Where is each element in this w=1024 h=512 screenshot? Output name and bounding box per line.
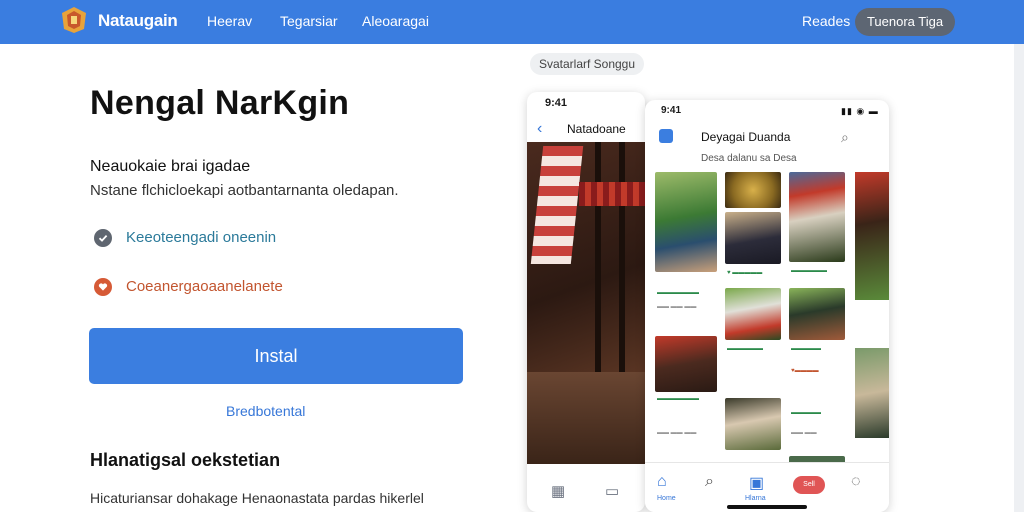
feed-meta: ▬▬ ▬▬ ▬▬ <box>657 304 697 310</box>
page-title: Nengal NarKgin <box>90 84 350 122</box>
home-indicator <box>727 505 807 509</box>
home-icon[interactable] <box>659 129 673 143</box>
top-nav-bar: Nataugain Heerav Tegarsiar Aleoaragai Re… <box>0 0 1024 44</box>
search-icon[interactable]: ⌕ <box>841 129 849 146</box>
phone-a-title: Natadoane <box>567 122 626 136</box>
install-button[interactable]: Instal <box>89 328 463 384</box>
feed-caption: ▬▬▬▬▬ <box>791 346 821 352</box>
feed-photo[interactable] <box>655 336 717 392</box>
section-text: Hicaturiansar dohakage Henaonastata pard… <box>90 490 424 506</box>
feature-label-1: Keeoteengadi oneenin <box>126 229 277 246</box>
phone-b-subtitle: Desa dalanu sa Desa <box>701 153 797 164</box>
red-drape <box>579 182 645 206</box>
feed-photo[interactable] <box>855 348 889 438</box>
feed-photo[interactable] <box>725 172 781 208</box>
nav-link-3[interactable]: Aleoaragai <box>362 13 429 29</box>
phone-preview-feed: 9:41 ▮▮ ◉ ▬ Deyagai Duanda ⌕ Desa dalanu… <box>645 100 889 512</box>
description: Nstane flchicloekapi aotbantarnanta oled… <box>90 182 399 199</box>
feed-photo[interactable] <box>725 398 781 450</box>
preview-chip[interactable]: Svatarlarf Songgu <box>530 53 644 75</box>
sign-in-link[interactable]: Reades <box>802 13 850 29</box>
feed-photo[interactable] <box>725 288 781 340</box>
gallery-tab-icon[interactable]: ▣ <box>749 473 764 493</box>
chat-icon[interactable]: ▭ <box>605 482 619 500</box>
feed-photo[interactable] <box>855 172 889 300</box>
feed-caption: ▬▬▬▬▬▬ <box>791 268 827 274</box>
status-time: 9:41 <box>661 105 682 116</box>
secondary-link[interactable]: Bredbotental <box>226 403 305 419</box>
nav-cta-button[interactable]: Tuenora Tiga <box>855 8 955 36</box>
feature-label-2: Coeanergaoaanelanete <box>126 278 283 295</box>
search-tab-icon[interactable]: ⌕ <box>705 473 714 491</box>
scrollbar-track[interactable] <box>1014 44 1024 512</box>
feed-meta: ▬▬ ▬▬ ▬▬ <box>657 430 697 436</box>
third-tab-label: Hlarna <box>745 495 766 502</box>
feed-caption: ♥ ▬▬▬▬▬ <box>727 270 763 276</box>
feed-photo[interactable] <box>789 172 845 262</box>
flag-image <box>530 146 584 264</box>
profile-tab-icon[interactable]: ◌ <box>851 473 861 491</box>
phone-b-title: Deyagai Duanda <box>701 130 791 144</box>
feed-caption: ▬▬▬▬▬▬▬ <box>657 396 699 402</box>
feed-meta: ▬▬ ▬▬ <box>791 430 817 436</box>
grid-icon[interactable]: ▦ <box>551 482 565 500</box>
feed-caption: ▬▬▬▬▬ <box>791 410 821 416</box>
phone-preview-detail: 9:41 ‹ Natadoane ▦ ▭ <box>527 92 645 512</box>
floor-shape <box>527 372 645 464</box>
feed-photo[interactable] <box>789 288 845 340</box>
feed-caption: ♥▬▬▬▬ <box>791 368 819 374</box>
subheading: Neauokaie brai igadae <box>90 158 251 175</box>
heart-icon <box>94 278 112 296</box>
nav-link-1[interactable]: Heerav <box>207 13 252 29</box>
nav-link-2[interactable]: Tegarsiar <box>280 13 338 29</box>
feed-caption: ▬▬▬▬▬▬▬ <box>657 290 699 296</box>
home-tab-label: Home <box>657 495 676 502</box>
brand-logo-icon[interactable] <box>58 5 90 35</box>
section-title: Hlanatigsal oekstetian <box>90 450 281 470</box>
brand-name[interactable]: Nataugain <box>98 11 178 31</box>
sell-tab-button[interactable]: Sell <box>793 476 825 494</box>
back-chevron-icon[interactable]: ‹ <box>537 120 542 138</box>
feed-caption: ▬▬▬▬▬▬ <box>727 346 763 352</box>
check-icon <box>94 229 112 247</box>
status-time: 9:41 <box>545 97 568 109</box>
temple-photo <box>527 142 645 464</box>
signal-battery-icon: ▮▮ ◉ ▬ <box>841 106 879 116</box>
feed-photo[interactable] <box>725 212 781 264</box>
feed-photo[interactable] <box>655 172 717 272</box>
home-tab-icon[interactable]: ⌂ <box>657 473 667 491</box>
